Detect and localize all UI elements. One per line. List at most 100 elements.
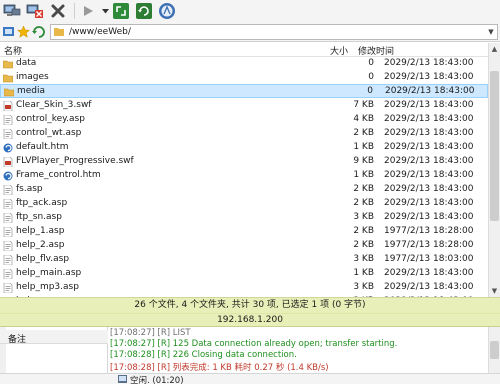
stop-button[interactable] [48,1,68,21]
disconnect-icon [26,4,43,18]
path-dropdown[interactable]: ▼ [485,25,497,39]
file-list-header: 名称 大小 修改时间 [0,43,488,57]
column-modified[interactable]: 修改时间 [358,44,394,57]
file-row[interactable]: help_mp3.asp 3 KB 2029/2/13 18:43:00 [0,281,488,295]
notes-header-label: 备注 [8,335,27,345]
file-list-scrollbar[interactable]: ▲ ▼ [488,43,500,297]
play-dropdown[interactable] [101,1,109,21]
file-row[interactable]: Clear_Skin_3.swf 7 KB 2029/2/13 18:43:00 [0,99,488,113]
file-row[interactable]: ftp_ack.asp 2 KB 2029/2/13 18:43:00 [0,197,488,211]
file-size: 1 KB [353,142,374,152]
transfer-button[interactable] [111,1,131,21]
home-button[interactable] [2,25,15,38]
refresh-icon [136,3,152,19]
site-manager-button[interactable] [157,1,177,21]
file-size: 1 KB [353,268,374,278]
file-name: ftp_sn.asp [16,212,62,222]
column-size[interactable]: 大小 [330,44,348,57]
file-icon [3,128,13,140]
folder-row[interactable]: images 0 2029/2/13 18:43:00 [0,71,488,85]
file-icon [3,143,13,153]
toolbar [0,0,500,22]
server-status: 192.168.1.200 [0,313,500,327]
log-line: [17:08:27] [R] LIST [110,328,191,338]
file-modified: 2029/2/13 18:43:00 [385,86,475,96]
refresh-button[interactable] [134,1,154,21]
file-modified: 2029/2/13 18:43:00 [384,72,474,82]
log-line: [17:08:27] [R] 125 Data connection alrea… [110,339,398,349]
file-name: control_key.asp [16,114,85,124]
bookmark-button[interactable] [16,25,31,38]
file-icon [3,282,13,294]
file-row[interactable]: help_1.asp 2 KB 1977/2/13 18:28:00 [0,225,488,239]
folder-row[interactable]: data 0 2029/2/13 18:43:00 [0,57,488,71]
file-modified: 1977/2/13 18:28:00 [384,240,474,250]
file-name: data [16,58,37,68]
globe-icon [159,3,175,19]
file-name: Clear_Skin_3.swf [16,100,92,110]
file-name: Frame_control.htm [16,170,101,180]
file-name: help_main.asp [16,268,82,278]
file-row[interactable]: Frame_control.htm 1 KB 2029/2/13 18:43:00 [0,169,488,183]
file-row[interactable]: fs.asp 2 KB 2029/2/13 18:43:00 [0,183,488,197]
path-input[interactable]: /www/eeWeb/ ▼ [50,23,498,40]
scroll-thumb[interactable] [490,71,499,221]
file-modified: 2029/2/13 18:43:00 [384,100,474,110]
file-row[interactable]: control_wt.asp 2 KB 2029/2/13 18:43:00 [0,127,488,141]
disconnect-button[interactable] [25,1,45,21]
file-row[interactable]: control_key.asp 4 KB 2029/2/13 18:43:00 [0,113,488,127]
file-row[interactable]: help_main.asp 1 KB 2029/2/13 18:43:00 [0,267,488,281]
file-modified: 2029/2/13 18:43:00 [384,142,474,152]
file-name: help_mp3.asp [16,282,79,292]
file-size: 3 KB [353,254,374,264]
scroll-down-arrow[interactable]: ▼ [489,285,500,297]
file-icon [3,114,13,126]
file-size: 0 [368,72,374,82]
file-row[interactable]: default.htm 1 KB 2029/2/13 18:43:00 [0,141,488,155]
ftp-client-window: /www/eeWeb/ ▼ 名称 大小 修改时间 data 0 2029/2/13 … [0,0,500,384]
notes-header: 备注 [0,330,108,345]
back-icon [32,26,45,38]
file-icon [3,100,13,112]
folder-row[interactable]: media 0 2029/2/13 18:43:00 [0,84,488,98]
file-size: 0 [368,58,374,68]
connect-button[interactable] [2,1,22,21]
column-name[interactable]: 名称 [4,44,22,57]
connect-icon [3,4,21,16]
file-icon [3,184,13,196]
file-row[interactable]: FLVPlayer_Progressive.swf 9 KB 2029/2/13 1… [0,155,488,169]
file-name: media [17,86,46,96]
file-modified: 1977/2/13 18:03:00 [384,254,474,264]
file-row[interactable]: ftp_sn.asp 3 KB 2029/2/13 18:43:00 [0,211,488,225]
file-size: 2 KB [353,226,374,236]
file-modified: 2029/2/13 18:43:00 [384,128,474,138]
log-scrollbar[interactable] [488,327,500,373]
file-modified: 2029/2/13 18:43:00 [384,114,474,124]
scroll-up-arrow[interactable]: ▲ [489,43,500,55]
file-modified: 2029/2/13 18:43:00 [384,212,474,222]
selection-status: 26 个文件, 4 个文件夹, 共计 30 项, 已选定 1 项 (0 字节) [0,297,500,313]
back-button[interactable] [32,25,45,38]
file-modified: 2029/2/13 18:43:00 [384,198,474,208]
file-icon [3,254,13,266]
status-icon [118,375,127,383]
file-size: 7 KB [353,100,374,110]
file-name: help_2.asp [16,240,65,250]
file-row[interactable]: help_flv.asp 3 KB 1977/2/13 18:03:00 [0,253,488,267]
file-size: 1 KB [353,170,374,180]
file-size: 3 KB [353,282,374,292]
log-line: [17:08:28] [R] 226 Closing data connecti… [110,350,297,360]
file-name: default.htm [16,142,69,152]
file-name: control_wt.asp [16,128,82,138]
file-icon [3,156,13,168]
folder-icon [2,59,14,69]
file-row[interactable]: help_2.asp 2 KB 1977/2/13 18:28:00 [0,239,488,253]
file-name: ftp_ack.asp [16,198,68,208]
folder-icon [2,73,14,83]
play-button[interactable] [78,1,98,21]
file-modified: 2029/2/13 18:43:00 [384,156,474,166]
log-scroll-thumb[interactable] [490,341,499,359]
file-modified: 2029/2/13 18:43:00 [384,170,474,180]
file-size: 9 KB [353,156,374,166]
log-panel: [17:08:27] [R] LIST [17:08:27] [R] 125 Da… [108,327,488,373]
